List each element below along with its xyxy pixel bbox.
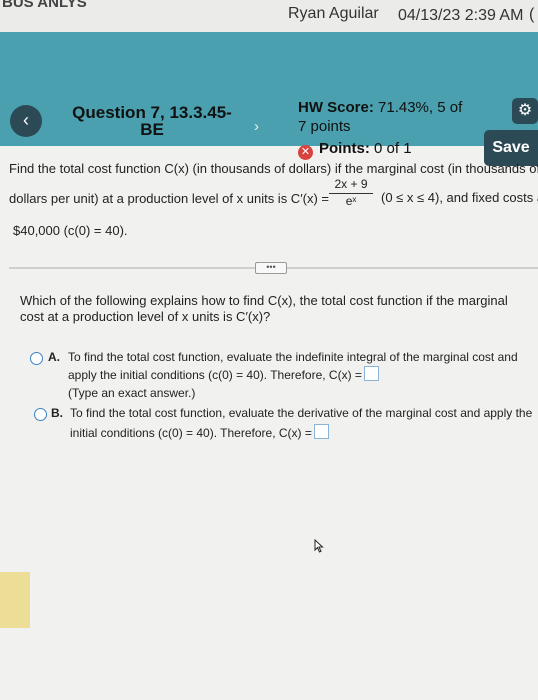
problem-domain: (0 ≤ x ≤ 4), and fixed costs are [381, 190, 538, 205]
option-b-answer-box[interactable] [313, 424, 329, 439]
previous-question-button[interactable]: ‹ [10, 105, 42, 137]
question-text: Which of the following explains how to f… [20, 293, 508, 324]
user-name: Ryan Aguilar [288, 5, 379, 22]
option-a-line2-wrap: apply the initial conditions (c(0) = 40)… [68, 366, 379, 384]
side-panel-tab[interactable] [0, 572, 30, 628]
problem-line-3: $40,000 (c(0) = 40). [13, 223, 128, 238]
option-b-line2-wrap: initial conditions (c(0) = 40). Therefor… [70, 424, 329, 442]
date-time: 04/13/23 2:39 AM [398, 7, 524, 24]
gear-icon: ⚙ [517, 102, 533, 119]
top-status-bar: BUS ANLYS Ryan Aguilar 04/13/23 2:39 AM … [0, 0, 538, 32]
mouse-cursor-icon [314, 539, 324, 553]
option-a-answer-box[interactable] [363, 366, 379, 381]
cut-off-text: ( [529, 6, 535, 23]
course-name: BUS ANLYS [2, 0, 87, 11]
chevron-left-icon: ‹ [23, 110, 29, 130]
marginal-cost-fraction: 2x + 9 eˣ [329, 177, 373, 208]
question-title[interactable]: Question 7, 13.3.45- BE [62, 104, 242, 138]
expand-ellipsis-button[interactable]: ••• [255, 262, 287, 274]
option-a-line1: To find the total cost function, evaluat… [68, 350, 518, 364]
option-b-letter: B. [51, 406, 63, 420]
fraction-numerator: 2x + 9 [329, 177, 373, 194]
problem-line-1: Find the total cost function C(x) (in th… [9, 161, 538, 176]
option-a-line2: apply the initial conditions (c(0) = 40)… [68, 368, 362, 382]
hw-score: HW Score: 71.43%, 5 of 7 points [298, 98, 488, 136]
hw-points: 7 points [298, 118, 351, 135]
question-title-line1: Question 7, 13.3.45- [72, 103, 232, 122]
option-a-radio[interactable] [30, 352, 43, 365]
option-b-line2: initial conditions (c(0) = 40). Therefor… [70, 426, 312, 440]
option-b-line1: To find the total cost function, evaluat… [70, 406, 533, 420]
settings-button[interactable]: ⚙ [512, 98, 538, 124]
chevron-right-icon[interactable]: › [254, 118, 259, 135]
hw-score-value: 71.43%, 5 of [378, 99, 463, 116]
question-content: Find the total cost function C(x) (in th… [0, 146, 538, 700]
option-a-line3: (Type an exact answer.) [68, 386, 196, 400]
question-header: ‹ Question 7, 13.3.45- BE › HW Score: 71… [0, 32, 538, 166]
option-b-radio[interactable] [34, 408, 47, 421]
hw-score-label: HW Score: [298, 99, 374, 116]
problem-line-2: dollars per unit) at a production level … [9, 191, 329, 206]
option-a-letter: A. [48, 350, 60, 364]
question-title-line2: BE [140, 120, 164, 139]
fraction-denominator: eˣ [345, 194, 357, 208]
